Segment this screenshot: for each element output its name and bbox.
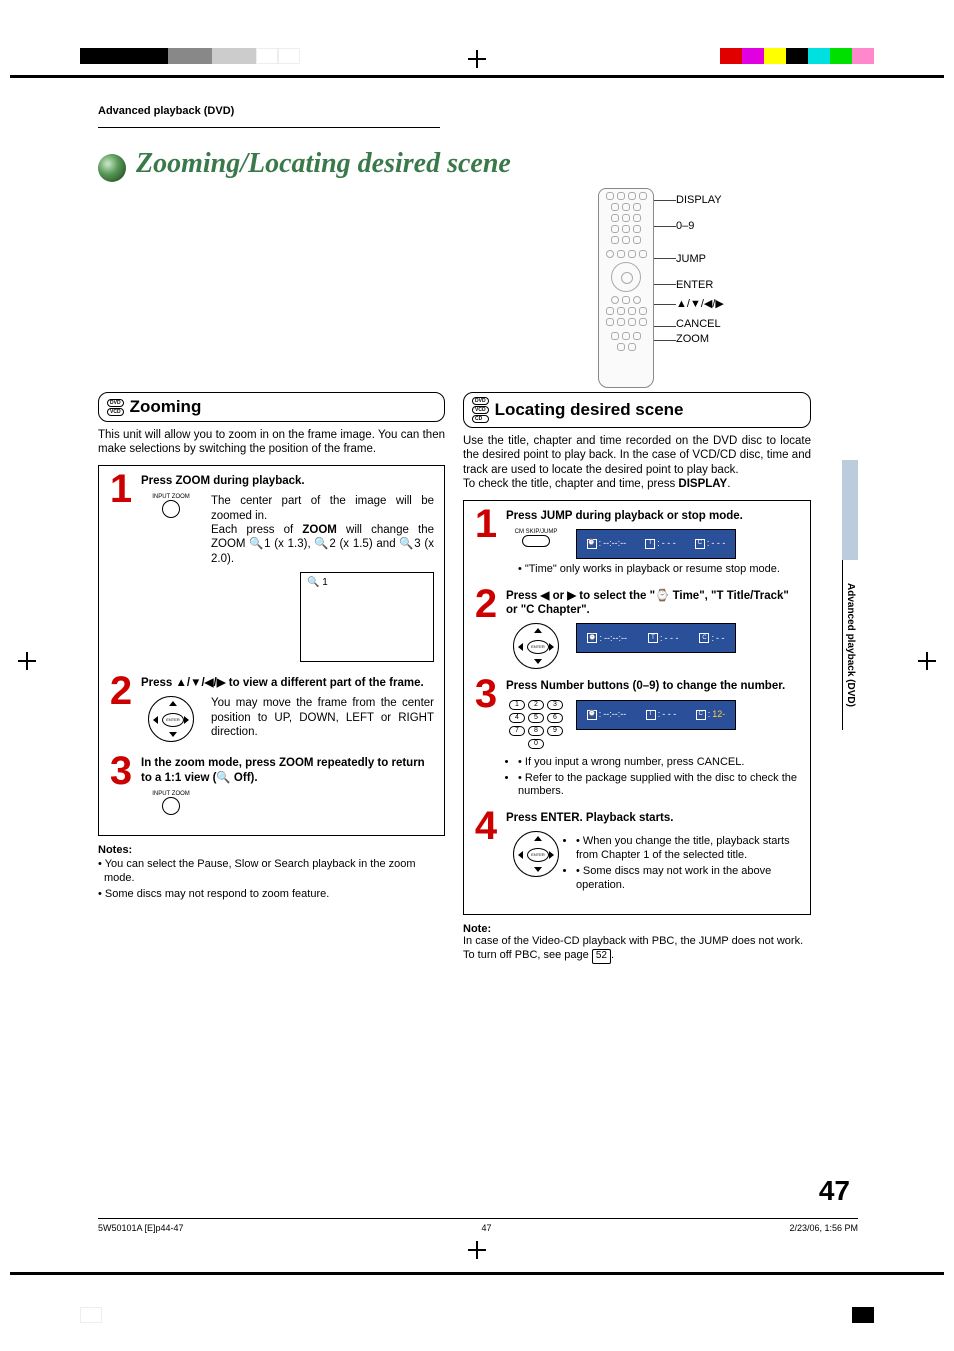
locating-intro: Use the title, chapter and time recorded… [463, 434, 811, 492]
text-line: . [611, 949, 614, 961]
title-sphere-icon [98, 154, 126, 182]
note-item: • Some discs may not respond to zoom fea… [98, 888, 445, 902]
leader-line [654, 340, 676, 341]
zoom-level-indicator: 🔍 1 [307, 577, 328, 588]
step-label: Press ZOOM during playback. [141, 474, 434, 488]
text-line: The center part of the image will be zoo… [211, 495, 434, 521]
page-number: 47 [819, 1175, 850, 1207]
zooming-steps-box: 1 Press ZOOM during playback. INPUT ZOOM… [98, 465, 445, 836]
bottom-rule [10, 1272, 944, 1275]
step-text: The center part of the image will be zoo… [211, 494, 434, 566]
text-line: Use the title, chapter and time recorded… [463, 435, 811, 476]
leader-line [654, 284, 676, 285]
note-item: • You can select the Pause, Slow or Sear… [98, 858, 445, 886]
text-line: . [727, 478, 730, 490]
disc-badge: VCD [107, 408, 124, 416]
step-text: You may move the frame from the center p… [211, 696, 434, 739]
remote-label-arrows: ▲/▼/◀/▶ [676, 297, 724, 311]
step-label: Press ENTER. Playback starts. [506, 811, 800, 825]
remote-label-zoom: ZOOM [676, 332, 724, 346]
page-ref: 52 [592, 949, 611, 964]
step-number-icon: 2 [107, 676, 135, 742]
locating-note: In case of the Video-CD playback with PB… [463, 935, 811, 963]
disc-badge: DVD [472, 397, 489, 405]
remote-label-jump: JUMP [676, 252, 724, 266]
registration-mark-icon [918, 652, 936, 670]
footer-left: 5W50101A [E]p44-47 [98, 1223, 184, 1233]
step-number-icon: 1 [107, 474, 135, 662]
remote-diagram: DISPLAY 0–9 JUMP ENTER ▲/▼/◀/▶ CANCEL ZO… [598, 188, 858, 398]
disc-badge: CD [472, 415, 489, 423]
dpad-icon [513, 831, 559, 877]
bullet-item: • If you input a wrong number, press CAN… [518, 756, 800, 770]
step-number-icon: 4 [472, 811, 500, 894]
text-line: In case of the Video-CD playback with PB… [463, 935, 803, 961]
note-item: • "Time" only works in playback or resum… [518, 563, 800, 577]
bullet-item: • When you change the title, playback st… [576, 835, 800, 863]
remote-label-numbers: 0–9 [676, 219, 724, 233]
locating-steps-box: 1 Press JUMP during playback or stop mod… [463, 500, 811, 916]
step-label: Press Number buttons (0–9) to change the… [506, 679, 800, 693]
section-title: Zooming [130, 397, 202, 417]
bullet-item: • Some discs may not work in the above o… [576, 865, 800, 893]
dpad-icon [148, 696, 194, 742]
step-label: In the zoom mode, press ZOOM repeatedly … [141, 756, 434, 785]
step-label: Press ◀ or ▶ to select the "⌚ Time", "T … [506, 589, 800, 618]
bullet-item: • Refer to the package supplied with the… [518, 772, 800, 800]
note-title: Note: [463, 923, 811, 935]
number-pad-icon: 123 456 789 0 [506, 700, 566, 752]
section-header-zooming: DVD VCD Zooming [98, 392, 445, 422]
step-label: Press ▲/▼/◀/▶ to view a different part o… [141, 676, 434, 690]
registration-mark-icon [468, 1241, 486, 1259]
notes-list: • You can select the Pause, Slow or Sear… [98, 858, 445, 901]
footer-right: 2/23/06, 1:56 PM [789, 1223, 858, 1233]
osd-display: ⌚:--:--:-- T:- - - C:- - [576, 623, 736, 653]
zoom-button-icon [162, 797, 180, 815]
step-number-icon: 3 [107, 756, 135, 815]
page-title: Zooming/Locating desired scene [136, 148, 511, 180]
step-label: Press JUMP during playback or stop mode. [506, 509, 800, 523]
step-number-icon: 1 [472, 509, 500, 579]
text-line: DISPLAY [678, 478, 727, 490]
text-line: Each press of [211, 524, 302, 536]
cmskip-label: CM SKIP/JUMP [506, 529, 566, 535]
top-rule [10, 75, 944, 78]
registration-mark-icon [18, 652, 36, 670]
remote-body-icon [598, 188, 654, 388]
step-number-icon: 3 [472, 679, 500, 801]
notes-title: Notes: [98, 844, 445, 856]
remote-label-cancel: CANCEL [676, 317, 724, 331]
remote-label-enter: ENTER [676, 278, 724, 292]
registration-mark-icon [468, 50, 486, 68]
zoom-preview-screen: 🔍 1 [300, 572, 434, 662]
zoom-btn-label: INPUT ZOOM [141, 791, 201, 797]
disc-badge: VCD [472, 406, 489, 414]
disc-badge: DVD [107, 399, 124, 407]
leader-line [654, 258, 676, 259]
dpad-icon [513, 623, 559, 669]
leader-line [654, 226, 676, 227]
leader-line [654, 304, 676, 305]
footer-center: 47 [482, 1223, 492, 1233]
section-title: Locating desired scene [495, 400, 684, 420]
text-line: ZOOM [302, 524, 337, 536]
cmskip-button-icon [522, 535, 550, 547]
remote-label-display: DISPLAY [676, 193, 724, 207]
osd-display: ⌚:--:--:-- T:- - - C:- - - [576, 529, 736, 559]
leader-line [654, 200, 676, 201]
text-line: To check the title, chapter and time, pr… [463, 478, 678, 490]
zooming-intro: This unit will allow you to zoom in on t… [98, 428, 445, 457]
step-number-icon: 2 [472, 589, 500, 670]
zoom-button-icon [162, 500, 180, 518]
leader-line [654, 326, 676, 327]
osd-display: ⌚:--:--:-- T:- - - C:12- [576, 700, 736, 730]
footer: 5W50101A [E]p44-47 47 2/23/06, 1:56 PM [98, 1218, 858, 1233]
breadcrumb-rule [98, 127, 440, 128]
breadcrumb: Advanced playback (DVD) [98, 105, 858, 117]
zoom-btn-label: INPUT ZOOM [141, 494, 201, 500]
